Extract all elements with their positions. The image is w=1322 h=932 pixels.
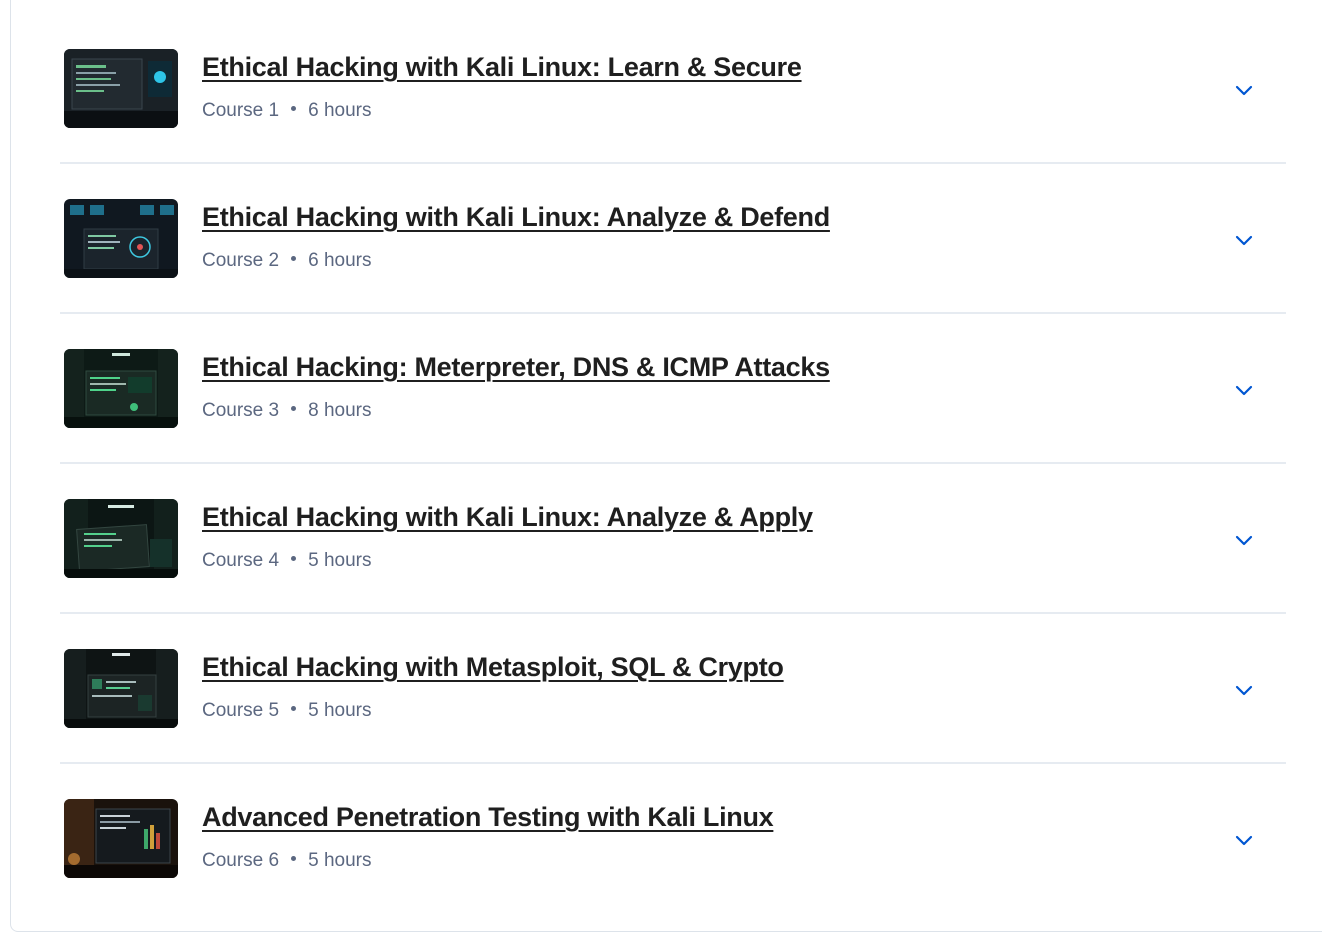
- separator-dot: [291, 256, 297, 262]
- course-number: Course 4: [202, 550, 280, 571]
- course-duration: 6 hours: [308, 250, 372, 271]
- course-duration: 8 hours: [308, 400, 372, 421]
- separator-dot: [291, 556, 297, 562]
- chevron-down-icon[interactable]: [1232, 228, 1256, 252]
- course-duration: 5 hours: [308, 850, 372, 871]
- course-thumbnail: [64, 49, 178, 128]
- course-duration: 6 hours: [308, 100, 372, 121]
- course-title-link[interactable]: Ethical Hacking with Kali Linux: Analyze…: [202, 202, 830, 233]
- course-item: Ethical Hacking: Meterpreter, DNS & ICMP…: [60, 314, 1286, 464]
- course-meta: Course 1 6 hours: [202, 100, 371, 122]
- course-thumbnail: [64, 649, 178, 728]
- course-list: Ethical Hacking with Kali Linux: Learn &…: [60, 14, 1286, 914]
- course-number: Course 5: [202, 700, 280, 721]
- course-title-link[interactable]: Ethical Hacking with Metasploit, SQL & C…: [202, 652, 784, 683]
- course-meta: Course 4 5 hours: [202, 550, 371, 572]
- course-meta: Course 2 6 hours: [202, 250, 371, 272]
- separator-dot: [291, 406, 297, 412]
- course-item: Ethical Hacking with Kali Linux: Learn &…: [60, 14, 1286, 164]
- course-title-link[interactable]: Advanced Penetration Testing with Kali L…: [202, 802, 774, 833]
- course-number: Course 6: [202, 850, 280, 871]
- course-title-link[interactable]: Ethical Hacking: Meterpreter, DNS & ICMP…: [202, 352, 830, 383]
- chevron-down-icon[interactable]: [1232, 528, 1256, 552]
- course-meta: Course 5 5 hours: [202, 700, 371, 722]
- course-thumbnail: [64, 349, 178, 428]
- course-title-link[interactable]: Ethical Hacking with Kali Linux: Learn &…: [202, 52, 802, 83]
- course-meta: Course 6 5 hours: [202, 850, 371, 872]
- course-meta: Course 3 8 hours: [202, 400, 371, 422]
- course-number: Course 1: [202, 100, 280, 121]
- course-item: Ethical Hacking with Kali Linux: Analyze…: [60, 464, 1286, 614]
- course-thumbnail: [64, 499, 178, 578]
- course-thumbnail: [64, 799, 178, 878]
- chevron-down-icon[interactable]: [1232, 78, 1256, 102]
- course-thumbnail: [64, 199, 178, 278]
- course-number: Course 3: [202, 400, 280, 421]
- separator-dot: [291, 106, 297, 112]
- course-duration: 5 hours: [308, 550, 372, 571]
- course-item: Ethical Hacking with Kali Linux: Analyze…: [60, 164, 1286, 314]
- course-duration: 5 hours: [308, 700, 372, 721]
- separator-dot: [291, 706, 297, 712]
- course-item: Advanced Penetration Testing with Kali L…: [60, 764, 1286, 914]
- course-title-link[interactable]: Ethical Hacking with Kali Linux: Analyze…: [202, 502, 813, 533]
- chevron-down-icon[interactable]: [1232, 678, 1256, 702]
- chevron-down-icon[interactable]: [1232, 828, 1256, 852]
- course-item: Ethical Hacking with Metasploit, SQL & C…: [60, 614, 1286, 764]
- separator-dot: [291, 856, 297, 862]
- chevron-down-icon[interactable]: [1232, 378, 1256, 402]
- course-number: Course 2: [202, 250, 280, 271]
